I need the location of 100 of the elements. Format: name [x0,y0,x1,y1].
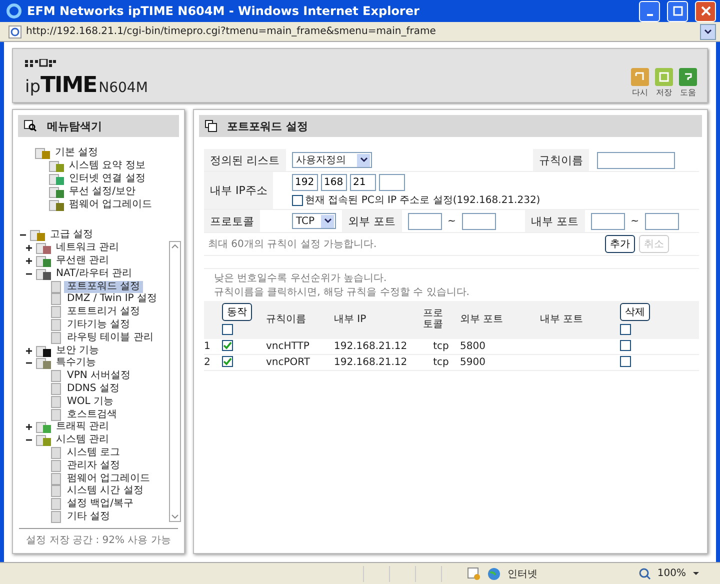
folder-icon [35,147,52,160]
folder-icon [36,421,53,434]
checkbox-label: 현재 접속된 PC의 IP 주소로 설정(192.168.21.232) [305,194,540,207]
port-field[interactable] [462,212,496,230]
tree-item[interactable]: WOL 기능 [64,396,117,408]
folder-icon [36,254,53,267]
table-cell-text: 5900 [460,357,486,368]
panel-title: 포트포워드 설정 [227,118,308,134]
folder-icon [36,268,53,280]
maximize-button[interactable] [667,0,688,22]
scroll-down-icon[interactable] [171,513,179,521]
tree-item[interactable]: 시스템 요약 정보 [69,160,146,172]
plus-icon[interactable] [25,346,33,355]
tree-item[interactable]: 인터넷 연결 설정 [69,172,146,185]
tree-item[interactable]: 기본 설정 [55,147,98,160]
help-icon [679,68,697,86]
header-button[interactable]: 다시 [631,68,649,98]
panel-title: 메뉴탐색기 [47,118,102,134]
header-button[interactable]: 저장 [655,68,673,98]
preset-select[interactable]: 사용자정의 [292,152,372,168]
column-header: 내부 IP [334,313,368,326]
zoom-icon [639,568,652,580]
protocol-select[interactable]: TCP [292,213,336,229]
enable-checkbox[interactable] [222,340,233,351]
tree-item[interactable]: 관리자 설정 [64,460,124,472]
tree-item[interactable]: 포트포워드 설정 [64,280,144,293]
tree-item[interactable]: 무선랜 관리 [56,254,110,267]
tree-item[interactable]: 기타기능 설정 [64,318,134,331]
page-icon [51,498,61,510]
zoom-level[interactable]: 100% [657,568,686,579]
plus-icon[interactable] [25,423,33,432]
enable-checkbox[interactable] [222,356,233,367]
delete-button[interactable]: 삭제 [620,303,650,321]
search-icon [24,120,37,132]
tree-item[interactable]: 설정 백업/복구 [64,498,137,510]
action-button[interactable]: 동작 [222,303,252,321]
column-header: 외부 포트 [460,313,504,326]
tree-item[interactable]: DMZ / Twin IP 설정 [64,293,160,306]
scrollbar[interactable] [169,240,181,522]
tree-item[interactable]: 네트워크 관리 [56,242,120,254]
tree-item[interactable]: VPN 서버설정 [64,370,134,382]
tree-item[interactable]: 라우팅 테이블 관리 [64,332,156,344]
select-all-checkbox[interactable] [620,324,631,335]
rule-name-link[interactable]: vncHTTP [266,341,334,352]
tree-item[interactable]: 호스트검색 [64,408,120,421]
dropdown-button[interactable] [700,24,716,40]
close-icon [700,6,710,16]
rule-name-link[interactable]: vncPORT [266,357,334,368]
field-label: 내부 포트 [525,210,585,232]
ip-octet-field[interactable]: 192 [292,174,318,191]
page-icon [51,472,61,485]
port-field[interactable] [590,212,625,230]
folder-icon [49,172,66,185]
column-header: 규칙이름 [266,313,307,326]
scroll-up-icon[interactable] [171,242,179,250]
port-field[interactable] [645,212,679,230]
tree-item[interactable]: 고급 설정 [50,229,94,242]
zone-label: 인터넷 [507,568,538,580]
tree-item[interactable]: 포트트리거 설정 [64,306,144,318]
header-button[interactable]: 도움 [679,68,697,98]
rule-name-field[interactable] [597,152,675,168]
dots-logo-icon [25,59,57,67]
page-icon [51,510,61,523]
tree-item[interactable]: DDNS 설정 [64,382,122,395]
tree-item[interactable]: 트래픽 관리 [56,421,110,434]
info-note: 규칙이름을 클릭하시면, 해당 규칙을 수정할 수 있습니다. [214,286,470,299]
tree-item[interactable]: 무선 설정/보안 [69,186,136,198]
checkbox[interactable] [292,194,303,206]
select-all-checkbox[interactable] [222,324,233,335]
minimize-button[interactable] [639,0,660,22]
plus-icon[interactable] [25,256,33,265]
tree-item[interactable]: 펌웨어 업그레이드 [64,472,154,485]
tree-item[interactable]: 시스템 시간 설정 [64,485,146,498]
page-icon [51,446,61,459]
folder-icon [49,186,66,198]
folder-icon [49,160,66,172]
table-cell-text: 192.168.21.12 [334,357,408,368]
tree-item[interactable]: NAT/라우터 관리 [56,268,132,280]
page-icon [8,24,22,38]
folder-icon [36,344,53,357]
minimize-icon [646,14,652,16]
page-icon [51,460,61,472]
tree-item[interactable]: 시스템 관리 [56,434,110,446]
delete-checkbox[interactable] [620,356,631,366]
tree-item[interactable]: 시스템 로그 [64,446,124,459]
limit-note: 최대 60개의 규칙이 설정 가능합니다. [208,238,377,251]
tree-item[interactable]: 보안 기능 [56,344,100,357]
plus-icon[interactable] [25,244,33,252]
ip-octet-field[interactable] [379,174,405,191]
caret-icon[interactable] [692,570,700,576]
tree-item[interactable]: 기타 설정 [64,510,114,523]
ip-octet-field[interactable]: 168 [321,174,347,191]
tree-item[interactable]: 펌웨어 업그레이드 [69,198,152,211]
close-button[interactable] [695,0,716,22]
form-button[interactable]: 추가 [605,235,635,253]
delete-checkbox[interactable] [620,340,631,350]
ip-octet-field[interactable]: 21 [350,174,376,191]
port-field[interactable] [408,212,442,230]
tree-item[interactable]: 특수기능 [56,357,96,370]
storage-info: 설정 저장 공간 : 92% 사용 가능 [19,528,178,553]
